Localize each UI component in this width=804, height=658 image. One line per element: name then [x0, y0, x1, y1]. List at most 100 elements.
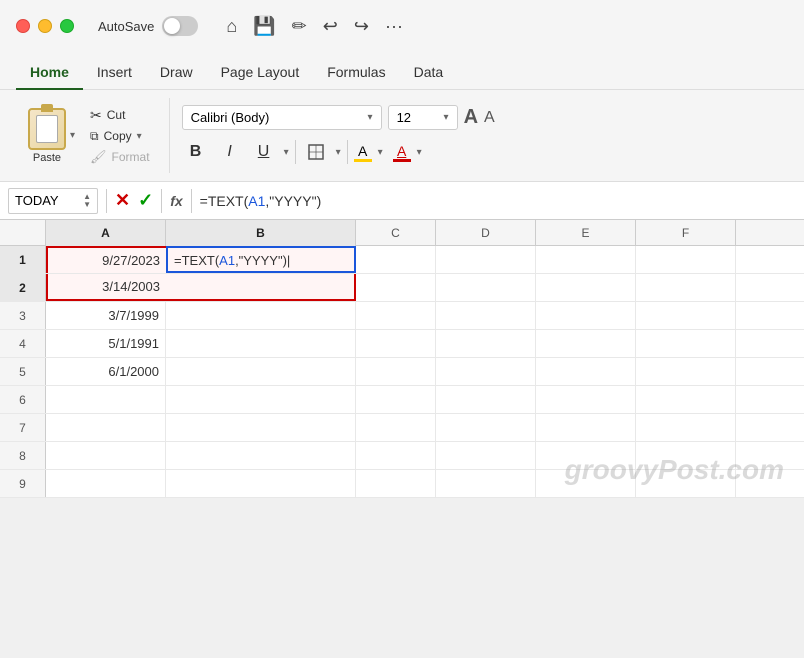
cell-e3[interactable] — [536, 302, 636, 329]
cell-e1[interactable] — [536, 246, 636, 273]
cell-b5[interactable] — [166, 358, 356, 385]
cell-a4[interactable]: 5/1/1991 — [46, 330, 166, 357]
cell-f7[interactable] — [636, 414, 736, 441]
tab-data[interactable]: Data — [400, 58, 458, 90]
cell-d9[interactable] — [436, 470, 536, 497]
col-header-e[interactable]: E — [536, 220, 636, 246]
paste-label[interactable]: Paste — [33, 152, 61, 164]
col-header-f[interactable]: F — [636, 220, 736, 246]
cell-d6[interactable] — [436, 386, 536, 413]
save-icon[interactable]: 💾 — [253, 16, 275, 37]
undo-icon[interactable]: ↩ — [323, 16, 338, 37]
font-name-select[interactable]: Calibri (Body) ▾ — [182, 105, 382, 130]
cell-a5[interactable]: 6/1/2000 — [46, 358, 166, 385]
tab-insert[interactable]: Insert — [83, 58, 146, 90]
cell-name-arrows[interactable]: ▲ ▼ — [83, 193, 91, 209]
cell-b7[interactable] — [166, 414, 356, 441]
row-num-2[interactable]: 2 — [0, 274, 46, 301]
row-num-8[interactable]: 8 — [0, 442, 46, 469]
cell-c2[interactable] — [356, 274, 436, 301]
cell-c7[interactable] — [356, 414, 436, 441]
cell-f4[interactable] — [636, 330, 736, 357]
cell-c4[interactable] — [356, 330, 436, 357]
edit-icon[interactable]: ✏ — [292, 16, 307, 37]
cut-action[interactable]: ✂ Cut — [87, 106, 153, 125]
cell-b9[interactable] — [166, 470, 356, 497]
cell-a3[interactable]: 3/7/1999 — [46, 302, 166, 329]
cell-e5[interactable] — [536, 358, 636, 385]
cell-f9[interactable] — [636, 470, 736, 497]
tab-home[interactable]: Home — [16, 58, 83, 90]
cell-c8[interactable] — [356, 442, 436, 469]
col-header-a[interactable]: A — [46, 220, 166, 246]
font-color-button[interactable]: A — [393, 143, 411, 162]
tab-draw[interactable]: Draw — [146, 58, 207, 90]
cell-b2[interactable] — [166, 274, 356, 301]
cell-c1[interactable] — [356, 246, 436, 273]
cell-d5[interactable] — [436, 358, 536, 385]
minimize-button[interactable] — [38, 19, 52, 33]
confirm-formula-button[interactable]: ✓ — [138, 190, 153, 211]
more-icon[interactable]: ··· — [385, 16, 403, 37]
cell-a2[interactable]: 3/14/2003 — [46, 274, 166, 301]
row-num-1[interactable]: 1 — [0, 246, 46, 273]
font-color-chevron[interactable]: ▾ — [417, 147, 422, 158]
font-shrink-button[interactable]: A — [484, 109, 495, 127]
paste-chevron[interactable]: ▾ — [70, 130, 75, 141]
row-num-3[interactable]: 3 — [0, 302, 46, 329]
cell-f6[interactable] — [636, 386, 736, 413]
cell-a6[interactable] — [46, 386, 166, 413]
autosave-toggle[interactable] — [162, 16, 198, 36]
row-num-7[interactable]: 7 — [0, 414, 46, 441]
underline-options-chevron[interactable]: ▾ — [284, 147, 289, 158]
cell-f2[interactable] — [636, 274, 736, 301]
cell-c6[interactable] — [356, 386, 436, 413]
redo-icon[interactable]: ↪ — [354, 16, 369, 37]
row-num-9[interactable]: 9 — [0, 470, 46, 497]
home-icon[interactable]: ⌂ — [226, 16, 237, 37]
col-header-c[interactable]: C — [356, 220, 436, 246]
cell-e6[interactable] — [536, 386, 636, 413]
cell-b3[interactable] — [166, 302, 356, 329]
font-size-select[interactable]: 12 ▾ — [388, 105, 458, 130]
cell-e7[interactable] — [536, 414, 636, 441]
cell-d4[interactable] — [436, 330, 536, 357]
cell-e8[interactable] — [536, 442, 636, 469]
maximize-button[interactable] — [60, 19, 74, 33]
formula-content[interactable]: =TEXT(A1,"YYYY") — [200, 193, 796, 209]
tab-formulas[interactable]: Formulas — [313, 58, 399, 90]
cell-c5[interactable] — [356, 358, 436, 385]
cell-f3[interactable] — [636, 302, 736, 329]
borders-button[interactable] — [302, 138, 330, 166]
cell-b8[interactable] — [166, 442, 356, 469]
underline-button[interactable]: U — [250, 138, 278, 166]
format-action[interactable]: 🖌 Format — [87, 148, 153, 166]
cell-f8[interactable] — [636, 442, 736, 469]
row-num-4[interactable]: 4 — [0, 330, 46, 357]
close-button[interactable] — [16, 19, 30, 33]
cell-d1[interactable] — [436, 246, 536, 273]
cell-a7[interactable] — [46, 414, 166, 441]
col-header-b[interactable]: B — [166, 220, 356, 246]
font-grow-button[interactable]: A — [464, 106, 478, 129]
highlight-chevron[interactable]: ▾ — [378, 147, 383, 158]
cell-d3[interactable] — [436, 302, 536, 329]
cell-a9[interactable] — [46, 470, 166, 497]
cancel-formula-button[interactable]: ✕ — [115, 190, 130, 211]
cell-e4[interactable] — [536, 330, 636, 357]
cell-b4[interactable] — [166, 330, 356, 357]
bold-button[interactable]: B — [182, 138, 210, 166]
cell-c3[interactable] — [356, 302, 436, 329]
cell-d7[interactable] — [436, 414, 536, 441]
row-num-5[interactable]: 5 — [0, 358, 46, 385]
cell-f1[interactable] — [636, 246, 736, 273]
cell-b1[interactable]: =TEXT(A1,"YYYY")| — [166, 246, 356, 273]
cell-e9[interactable] — [536, 470, 636, 497]
copy-chevron[interactable]: ▾ — [137, 131, 142, 142]
highlight-color-button[interactable]: A — [354, 143, 372, 162]
borders-chevron[interactable]: ▾ — [336, 147, 341, 158]
cell-c9[interactable] — [356, 470, 436, 497]
tab-page-layout[interactable]: Page Layout — [207, 58, 314, 90]
cell-d2[interactable] — [436, 274, 536, 301]
cell-e2[interactable] — [536, 274, 636, 301]
